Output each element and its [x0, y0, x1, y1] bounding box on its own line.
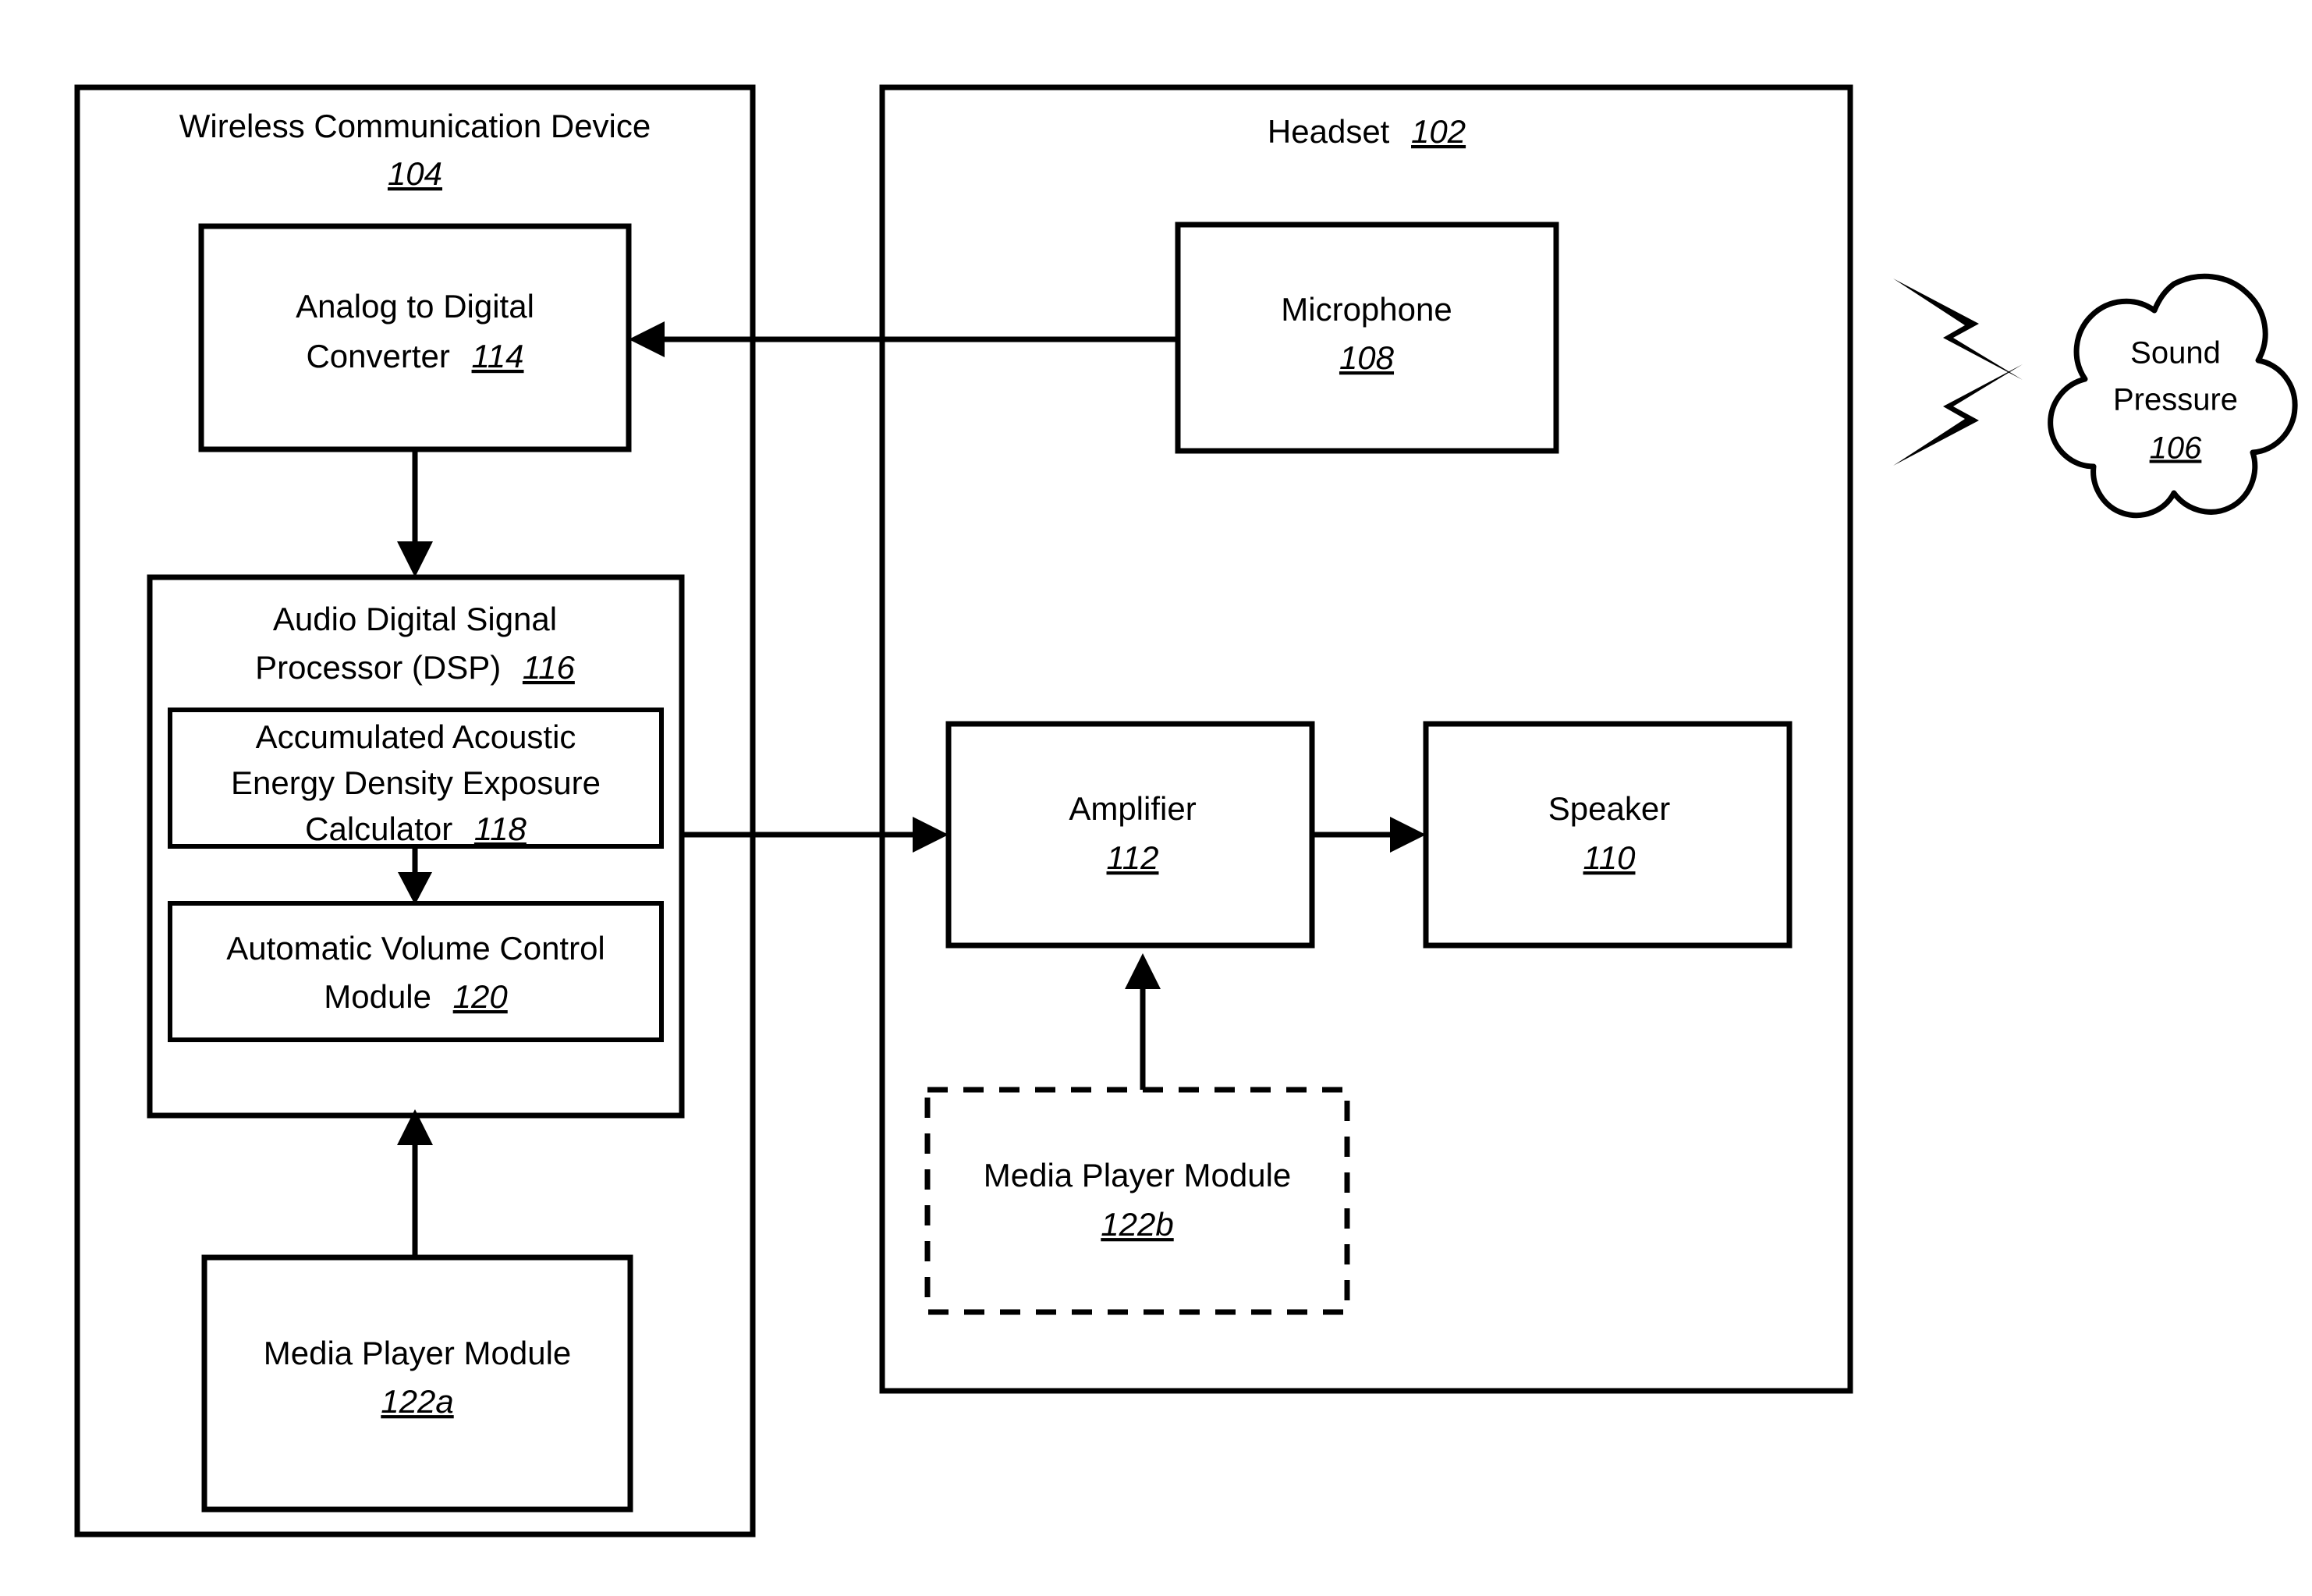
microphone-ref: 108	[1339, 339, 1395, 376]
sound-pressure-ref: 106	[2150, 431, 2202, 466]
calculator-label-line3-group: Calculator 118	[305, 810, 527, 847]
connector-dsp-to-amplifier	[682, 817, 949, 853]
calculator-label-line2: Energy Density Exposure	[231, 764, 601, 801]
patent-figure: Wireless Communication Device 104 Headse…	[0, 0, 2312, 1596]
connector-amplifier-to-speaker	[1312, 817, 1426, 853]
adc-label-line2-group: Converter 114	[306, 338, 523, 374]
calculator-label-line1: Accumulated Acoustic	[256, 718, 576, 755]
amplifier-ref: 112	[1107, 839, 1159, 876]
block-media-player-module-b[interactable]: Media Player Module 122b	[924, 1087, 1350, 1315]
dsp-label-line2-group: Processor (DSP) 116	[255, 649, 575, 686]
media-player-b-border[interactable]	[924, 1087, 1350, 1315]
amplifier-to-speaker-arrowhead	[1390, 817, 1426, 853]
block-microphone[interactable]: Microphone 108	[1175, 222, 1559, 454]
media-player-a-label-line1: Media Player Module	[264, 1335, 572, 1371]
adc-ref: 114	[472, 338, 524, 374]
block-media-player-module-a[interactable]: Media Player Module 122a	[201, 1254, 633, 1513]
media-player-b-ref: 122b	[1101, 1206, 1173, 1243]
block-analog-to-digital-converter[interactable]: Analog to Digital Converter 114	[198, 223, 632, 452]
calculator-label-line3: Calculator	[305, 810, 452, 847]
headset-title: Headset	[1268, 113, 1390, 150]
headset-ref: 102	[1411, 113, 1466, 150]
adc-to-dsp-arrowhead	[397, 541, 433, 577]
dsp-label-line1: Audio Digital Signal	[273, 601, 557, 637]
sound-pressure-label-line1: Sound	[2130, 336, 2221, 371]
lightning-bolt-icon-upper	[1893, 278, 2023, 380]
block-diagram-canvas: Wireless Communication Device 104 Headse…	[74, 84, 2298, 1537]
wireless-device-title: Wireless Communication Device	[179, 108, 651, 144]
avc-label-line2: Module	[324, 978, 431, 1015]
headset-border	[879, 84, 1853, 1394]
headset-title-group: Headset 102	[1268, 113, 1466, 150]
media-player-a-ref: 122a	[381, 1383, 453, 1420]
microphone-border[interactable]	[1175, 222, 1559, 454]
dsp-to-amplifier-arrowhead	[913, 817, 949, 853]
container-headset: Headset 102	[879, 84, 1853, 1394]
amplifier-border[interactable]	[945, 721, 1315, 949]
media-player-b-label-line1: Media Player Module	[984, 1157, 1292, 1193]
connector-media-player-a-to-dsp	[397, 1109, 433, 1257]
block-speaker[interactable]: Speaker 110	[1423, 721, 1793, 949]
sound-pressure-label-line2: Pressure	[2113, 383, 2238, 417]
microphone-label-line1: Microphone	[1281, 291, 1452, 328]
media-player-b-to-amplifier-arrowhead	[1125, 953, 1161, 989]
lightning-bolt-icon-lower	[1893, 364, 2023, 466]
calculator-to-avc-arrowhead	[398, 872, 432, 905]
wireless-device-ref: 104	[388, 155, 442, 192]
speaker-label-line1: Speaker	[1548, 790, 1670, 827]
avc-label-line1: Automatic Volume Control	[226, 930, 605, 966]
dsp-label-line2: Processor (DSP)	[255, 649, 501, 686]
block-accumulated-acoustic-energy-calculator[interactable]: Accumulated Acoustic Energy Density Expo…	[168, 708, 664, 849]
block-automatic-volume-control-module[interactable]: Automatic Volume Control Module 120	[168, 901, 664, 1042]
connector-adc-to-dsp	[397, 449, 433, 577]
dsp-ref: 116	[523, 649, 576, 686]
microphone-to-adc-arrowhead	[629, 321, 665, 357]
connector-calculator-to-avc	[398, 845, 432, 905]
block-audio-dsp[interactable]: Audio Digital Signal Processor (DSP) 116…	[147, 574, 685, 1119]
block-amplifier[interactable]: Amplifier 112	[945, 721, 1315, 949]
avc-label-line2-group: Module 120	[324, 978, 508, 1015]
amplifier-label-line1: Amplifier	[1069, 790, 1196, 827]
connector-microphone-to-adc	[629, 321, 1178, 357]
avc-ref: 120	[453, 978, 509, 1015]
sound-pressure-cloud: Sound Pressure 106	[2048, 273, 2298, 519]
connector-media-player-b-to-amplifier	[1125, 953, 1161, 1090]
adc-label-line2: Converter	[306, 338, 449, 374]
speaker-ref: 110	[1583, 839, 1636, 876]
adc-label-line1: Analog to Digital	[296, 288, 534, 325]
avc-border[interactable]	[168, 901, 664, 1042]
calculator-ref: 118	[474, 810, 527, 847]
speaker-border[interactable]	[1423, 721, 1793, 949]
